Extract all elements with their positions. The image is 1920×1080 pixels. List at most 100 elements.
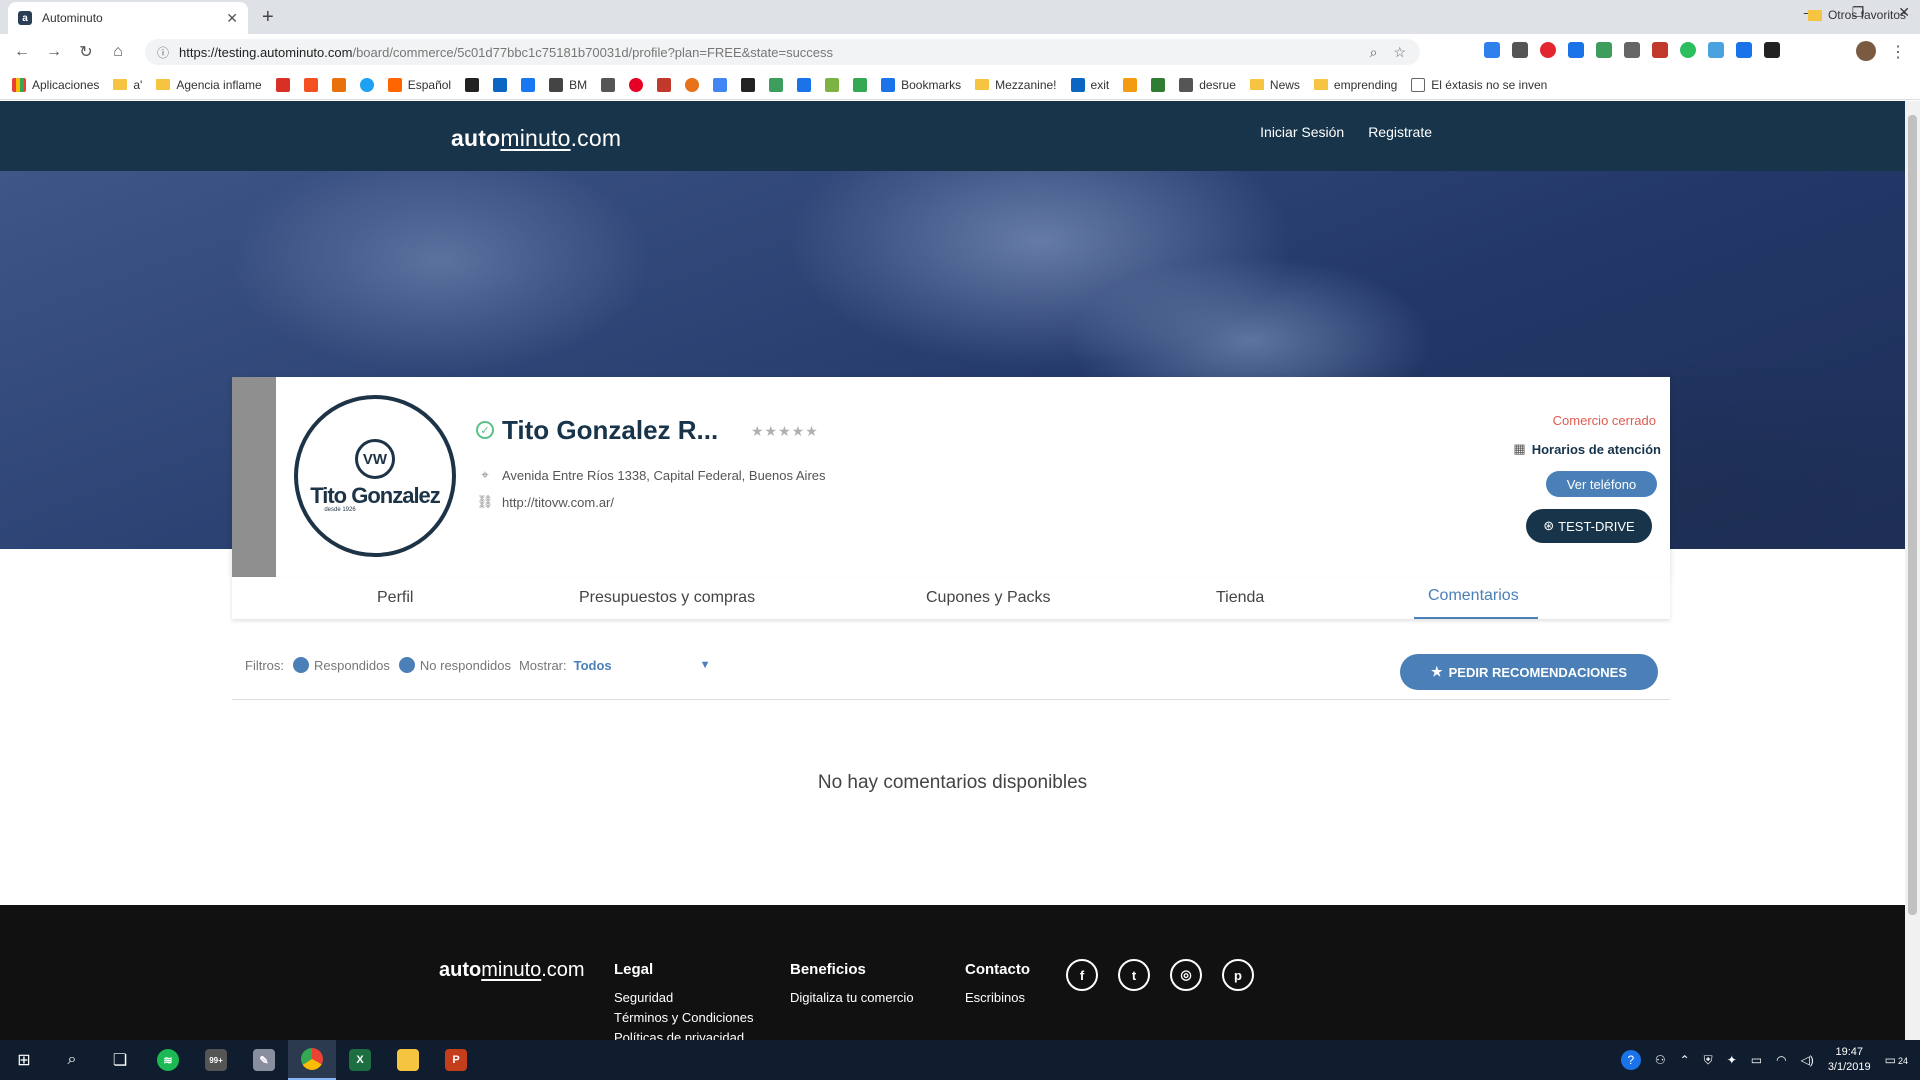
bookmark-link[interactable]	[741, 77, 756, 92]
back-icon[interactable]: ←	[6, 43, 38, 61]
powerpoint-app-icon[interactable]: P	[432, 1040, 480, 1080]
bookmark-link[interactable]	[797, 77, 812, 92]
bookmark-bm[interactable]: BM	[549, 77, 587, 92]
opera-extension-icon[interactable]	[1540, 42, 1556, 58]
screenshot-extension-icon[interactable]	[1652, 42, 1668, 58]
bookmark-link[interactable]	[685, 77, 700, 92]
page-scrollbar[interactable]	[1905, 101, 1920, 1040]
test-drive-button[interactable]: ⊛ TEST-DRIVE	[1526, 509, 1652, 543]
bookmark-twitter[interactable]	[359, 77, 374, 92]
bookmark-link[interactable]	[769, 77, 784, 92]
speaker-extension-icon[interactable]	[1764, 42, 1780, 58]
search-icon[interactable]: ⌕	[48, 1040, 96, 1080]
spotify-app-icon[interactable]: ≋	[144, 1040, 192, 1080]
bookmark-apps[interactable]: Aplicaciones	[12, 77, 99, 92]
chrome-app-icon[interactable]	[288, 1040, 336, 1080]
volume-icon[interactable]: ◁)	[1801, 1053, 1814, 1067]
bookmark-exit[interactable]: exit	[1070, 77, 1109, 92]
tab-cupones[interactable]: Cupones y Packs	[926, 589, 1051, 607]
bookmark-link[interactable]	[1151, 77, 1166, 92]
windows-start-icon[interactable]: ⊞	[0, 1040, 48, 1080]
cast-extension-icon[interactable]	[1736, 42, 1752, 58]
bookmark-link[interactable]	[331, 77, 346, 92]
wifi-icon[interactable]: ◠	[1776, 1053, 1786, 1067]
tab-tienda[interactable]: Tienda	[1216, 589, 1264, 607]
site-info-icon[interactable]: ⓘ	[157, 44, 169, 61]
app-icon[interactable]: ✎	[240, 1040, 288, 1080]
bookmark-link[interactable]	[1123, 77, 1138, 92]
browser-tab[interactable]: a Autominuto ✕	[8, 2, 248, 34]
reload-icon[interactable]: ↻	[70, 42, 102, 62]
security-icon[interactable]: ⛨	[1704, 1053, 1713, 1068]
mail-app-icon[interactable]: 99+	[192, 1040, 240, 1080]
bookmark-linkedin[interactable]	[493, 77, 508, 92]
answered-filter-toggle[interactable]	[293, 657, 309, 673]
bookmark-folder[interactable]: emprending	[1313, 78, 1397, 92]
bookmark-bookmarks[interactable]: Bookmarks	[881, 77, 961, 92]
address-bar[interactable]: ⓘ https://testing.autominuto.com /board/…	[145, 39, 1420, 65]
bookmark-link[interactable]	[601, 77, 616, 92]
bookmark-page[interactable]: El éxtasis no se inven	[1411, 77, 1547, 92]
new-tab-icon[interactable]: +	[262, 6, 274, 29]
opening-hours-link[interactable]: ▦ Horarios de atención	[1513, 441, 1661, 457]
footer-link-escribinos[interactable]: Escribinos	[965, 990, 1030, 1005]
bookmark-gmail[interactable]	[275, 77, 290, 92]
home-icon[interactable]: ⌂	[102, 43, 134, 61]
twitter-icon[interactable]: t	[1118, 959, 1150, 991]
other-bookmarks[interactable]: Otros favoritos	[1807, 8, 1906, 22]
pinterest-icon[interactable]: p	[1222, 959, 1254, 991]
bookmark-folder[interactable]: News	[1249, 78, 1300, 92]
unanswered-filter-toggle[interactable]	[398, 657, 415, 673]
chevron-down-icon[interactable]: ▼	[700, 659, 711, 671]
browser-menu-icon[interactable]: ⋮	[1890, 42, 1906, 62]
excel-app-icon[interactable]: X	[336, 1040, 384, 1080]
bookmark-office[interactable]	[303, 77, 318, 92]
scrollbar-thumb[interactable]	[1908, 115, 1917, 915]
bookmark-folder[interactable]: Agencia inflame	[156, 78, 262, 92]
system-clock[interactable]: 19:47 3/1/2019	[1828, 1045, 1871, 1075]
file-explorer-icon[interactable]	[384, 1040, 432, 1080]
footer-logo[interactable]: autominuto.com	[439, 959, 585, 982]
request-recommendations-button[interactable]: ★ PEDIR RECOMENDACIONES	[1400, 654, 1658, 690]
vimeo-extension-icon[interactable]	[1568, 42, 1584, 58]
tab-perfil[interactable]: Perfil	[377, 589, 413, 607]
show-select[interactable]: Todos	[574, 658, 612, 673]
bookmark-desrue[interactable]: desrue	[1179, 77, 1236, 92]
tool-extension-icon[interactable]	[1624, 42, 1640, 58]
chevron-up-icon[interactable]: ⌃	[1680, 1053, 1690, 1067]
tab-comentarios[interactable]: Comentarios	[1428, 587, 1519, 605]
task-view-icon[interactable]: ❏	[96, 1040, 144, 1080]
register-link[interactable]: Registrate	[1368, 124, 1432, 140]
pocket-extension-icon[interactable]	[1512, 42, 1528, 58]
help-icon[interactable]: ?	[1620, 1050, 1641, 1070]
instagram-icon[interactable]: ◎	[1170, 959, 1202, 991]
profile-avatar[interactable]	[1856, 41, 1876, 61]
answered-filter-label[interactable]: Respondidos	[314, 658, 390, 673]
bookmark-translate[interactable]	[713, 77, 728, 92]
bookmark-link[interactable]	[465, 77, 480, 92]
login-link[interactable]: Iniciar Sesión	[1260, 124, 1344, 140]
analytics-extension-icon[interactable]	[1596, 42, 1612, 58]
footer-link-digitaliza[interactable]: Digitaliza tu comercio	[790, 990, 914, 1005]
evernote-extension-icon[interactable]	[1680, 42, 1696, 58]
bookmark-link[interactable]	[825, 77, 840, 92]
bookmark-facebook[interactable]	[521, 77, 536, 92]
bookmark-folder[interactable]: a'	[113, 78, 142, 92]
people-icon[interactable]: ⚇	[1655, 1053, 1666, 1067]
notifications-icon[interactable]: ▭ 24	[1885, 1053, 1908, 1067]
bookmark-pinterest[interactable]	[629, 77, 644, 92]
cloud-extension-icon[interactable]	[1708, 42, 1724, 58]
app-tray-icon[interactable]: ✦	[1727, 1053, 1737, 1067]
site-logo[interactable]: autominuto.com	[451, 125, 621, 152]
bookmark-link[interactable]	[657, 77, 672, 92]
footer-link-terminos[interactable]: Términos y Condiciones	[614, 1010, 753, 1025]
bookmark-espanol[interactable]: Español	[387, 77, 451, 92]
battery-icon[interactable]: ▭	[1751, 1053, 1762, 1067]
unanswered-filter-label[interactable]: No respondidos	[420, 658, 511, 673]
view-phone-button[interactable]: Ver teléfono	[1546, 471, 1657, 497]
forward-icon[interactable]: →	[38, 43, 70, 61]
commerce-website[interactable]: ⛓ http://titovw.com.ar/	[476, 494, 614, 510]
footer-link-seguridad[interactable]: Seguridad	[614, 990, 753, 1005]
download-extension-icon[interactable]	[1484, 42, 1500, 58]
bookmark-folder[interactable]: Mezzanine!	[975, 78, 1057, 92]
